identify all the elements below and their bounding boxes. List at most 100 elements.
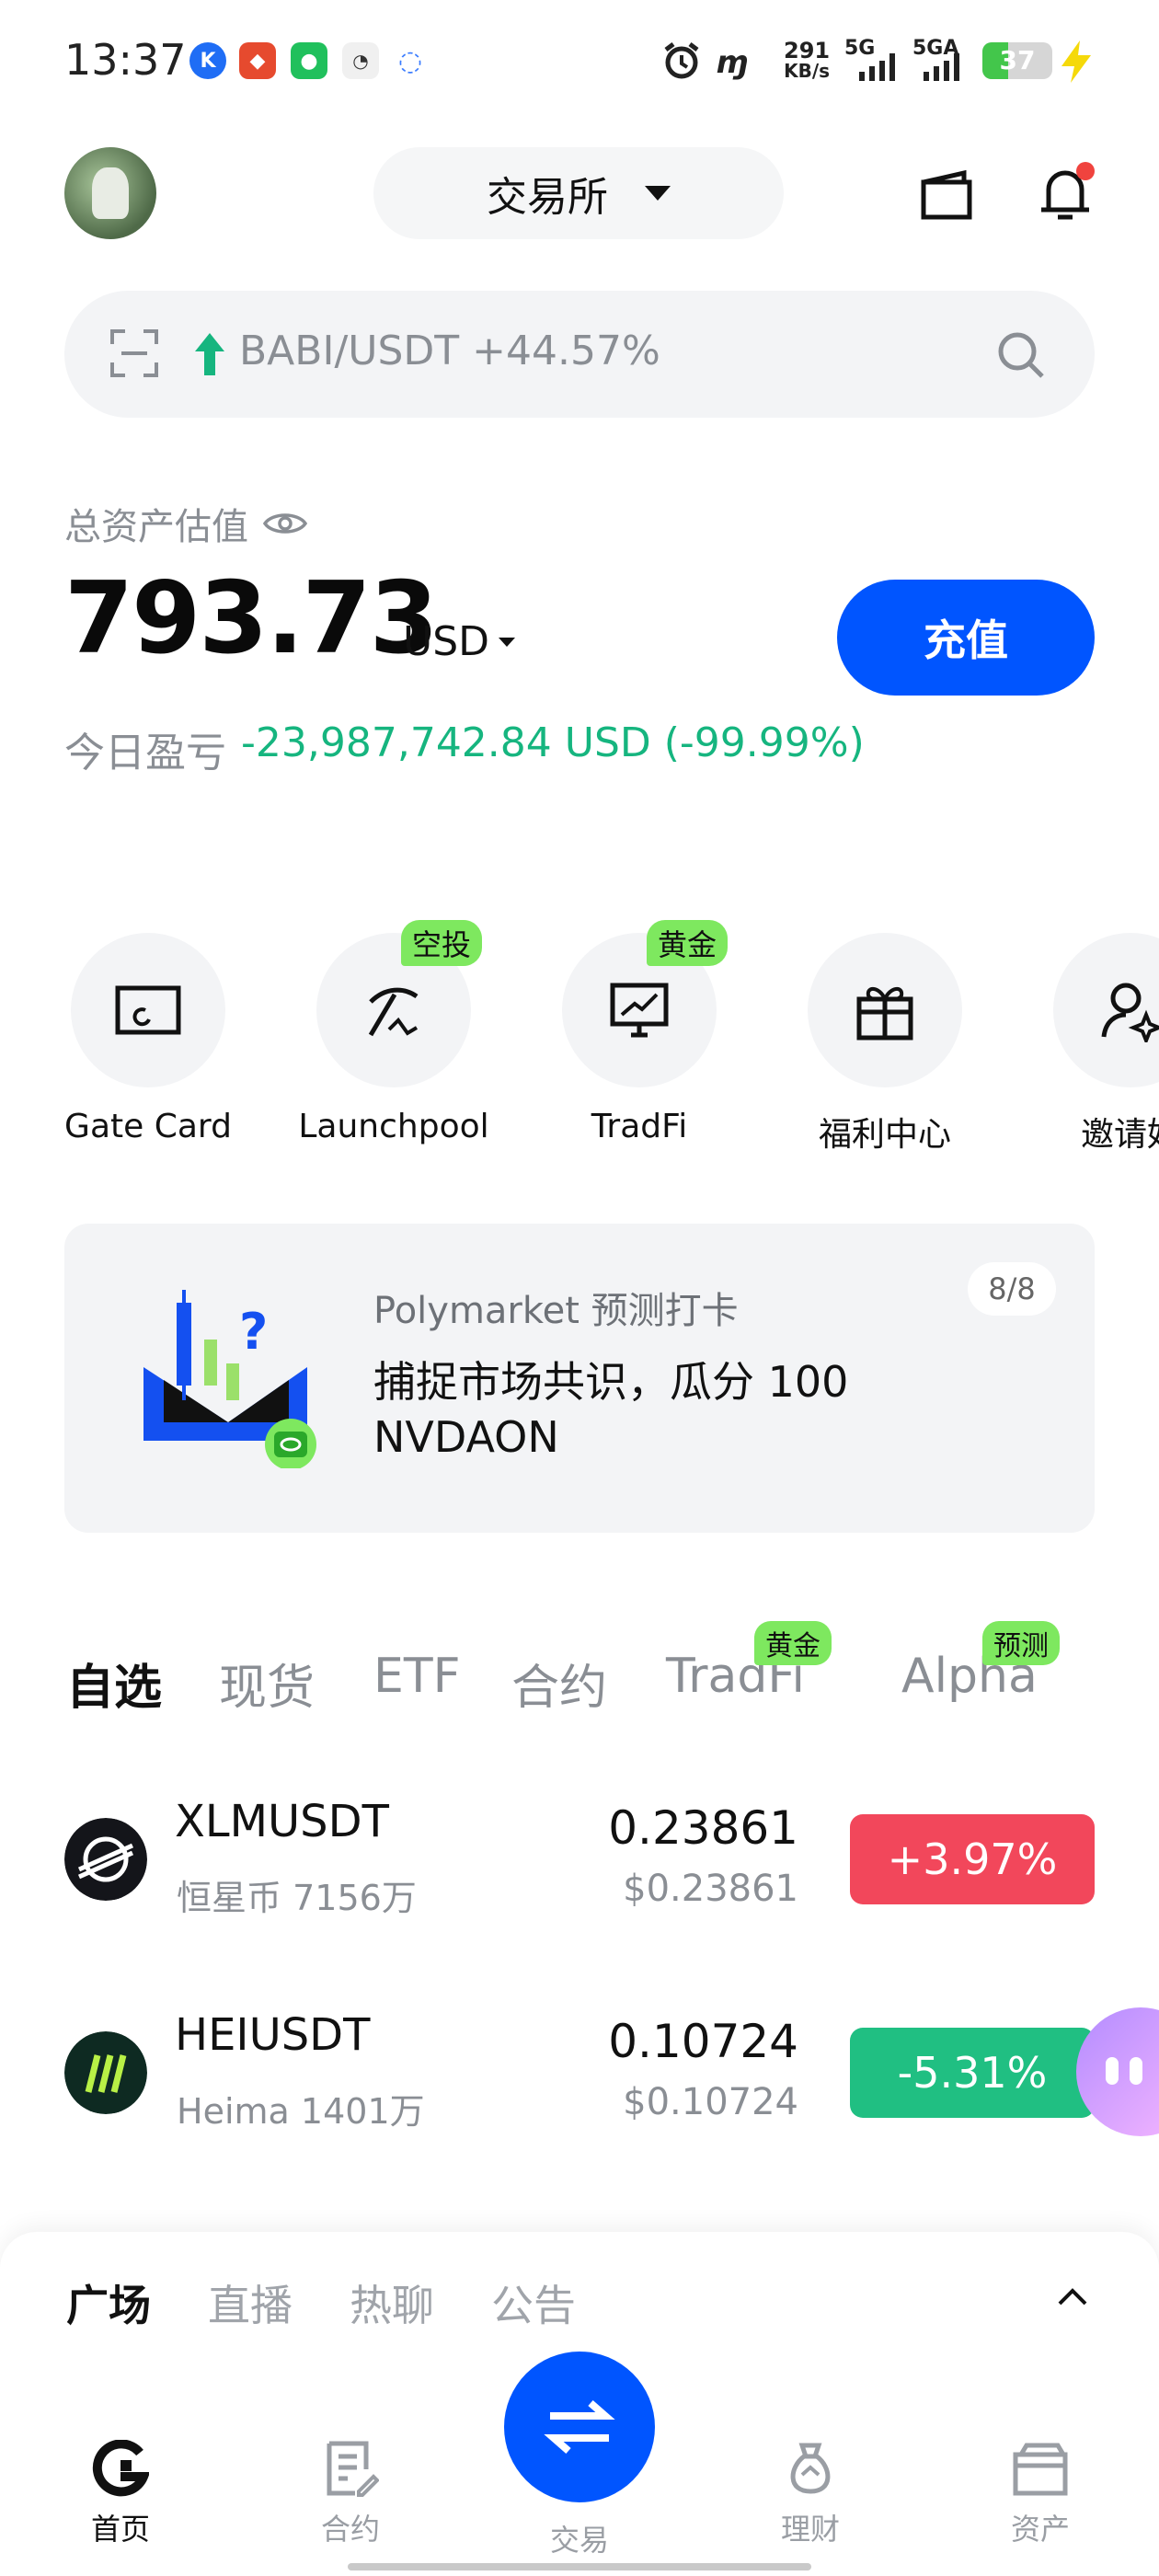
scan-icon[interactable] xyxy=(109,328,160,379)
futures-doc-icon xyxy=(327,2441,379,2497)
feed-tab-hot-chat[interactable]: 热聊 xyxy=(350,2272,434,2333)
total-assets-text: 总资产估值 xyxy=(64,506,248,548)
tab-etf[interactable]: ETF xyxy=(373,1649,461,1704)
stellar-coin-icon xyxy=(64,1818,147,1901)
feed-tab-square[interactable]: 广场 xyxy=(66,2272,151,2333)
tradfi-gold-tag: 黄金 xyxy=(754,1621,832,1665)
clock-app-icon: ◔ xyxy=(342,42,379,79)
signal-bars-2-icon xyxy=(924,53,959,81)
search-input[interactable]: BABI/USDT +44.57% xyxy=(239,328,660,374)
nav-trade-label: 交易 xyxy=(549,2523,609,2558)
wallet-card-icon[interactable] xyxy=(920,169,975,221)
battery-indicator: 37 xyxy=(982,42,1052,79)
quick-action-rewards-center[interactable]: 福利中心 xyxy=(779,933,991,1156)
last-price: 0.10724 xyxy=(608,2015,798,2068)
swap-arrows-icon xyxy=(544,2399,615,2455)
polymarket-prediction-icon: ? xyxy=(143,1290,316,1468)
status-time: 13:37 xyxy=(64,35,187,85)
pair-symbol: XLMUSDT xyxy=(175,1796,389,1847)
svg-text:?: ? xyxy=(239,1303,268,1361)
quick-action-label: 邀请好 xyxy=(1080,1116,1159,1154)
caret-down-icon xyxy=(499,637,516,647)
feed-tab-announcements[interactable]: 公告 xyxy=(491,2272,576,2333)
quick-action-tradfi[interactable]: 黄金 TradFi xyxy=(534,920,745,1145)
currency-selector[interactable]: USD xyxy=(403,618,516,665)
change-badge[interactable]: +3.97% xyxy=(850,1814,1095,1904)
nav-label: 合约 xyxy=(320,2512,380,2547)
net-speed: 291 KB/s xyxy=(784,38,831,82)
last-price: 0.23861 xyxy=(608,1801,798,1855)
charging-bolt-icon xyxy=(1061,40,1091,83)
avatar[interactable] xyxy=(64,147,156,239)
nav-futures[interactable]: 合约 xyxy=(281,2440,419,2548)
alpha-prediction-tag: 预测 xyxy=(982,1621,1060,1665)
chart-monitor-icon xyxy=(610,983,669,1038)
coin-volume: 7156万 xyxy=(293,1878,417,1918)
nav-earn[interactable]: 理财 xyxy=(741,2440,879,2548)
status-bar: 13:37 K ◆ ● ◔ ◌ ɱ 291 KB/s 5G 5GA 37 xyxy=(0,0,1159,129)
gift-icon xyxy=(856,987,913,1041)
exchange-selector[interactable]: 交易所 xyxy=(373,147,784,239)
market-row-heiusdt[interactable]: HEIUSDT Heima 1401万 0.10724 $0.10724 -5.… xyxy=(0,1998,1159,2155)
eye-icon[interactable] xyxy=(263,509,307,538)
coin-name: Heima xyxy=(177,2091,290,2132)
currency-label: USD xyxy=(403,618,490,665)
banner-title: 捕捉市场共识，瓜分 100 NVDAON xyxy=(373,1357,849,1462)
heima-coin-icon xyxy=(64,2031,147,2114)
trade-button[interactable] xyxy=(504,2352,655,2502)
quick-action-gate-card[interactable]: Gate Card xyxy=(42,933,254,1145)
quick-action-label: Launchpool xyxy=(298,1108,489,1145)
quick-action-label: 福利中心 xyxy=(818,1116,951,1154)
coin-name: 恒星币 xyxy=(177,1878,282,1918)
pnl-value: -23,987,742.84 USD (-99.99%) xyxy=(241,719,865,766)
nav-assets[interactable]: 资产 xyxy=(971,2440,1109,2548)
market-row-xlmusdt[interactable]: XLMUSDT 恒星币 7156万 0.23861 $0.23861 +3.97… xyxy=(0,1785,1159,1941)
shopping-app-icon: ◆ xyxy=(239,42,276,79)
notification-bell-icon[interactable] xyxy=(1036,162,1095,223)
gold-tag: 黄金 xyxy=(646,920,728,966)
browser-app-icon: ◌ xyxy=(392,42,429,79)
nfc-icon: ɱ xyxy=(716,44,749,81)
coin-name-volume: 恒星币 7156万 xyxy=(177,1869,417,1920)
quick-action-label: TradFi xyxy=(591,1108,688,1145)
nav-home[interactable]: 首页 xyxy=(52,2440,189,2548)
quick-action-label: Gate Card xyxy=(64,1108,232,1145)
chevron-up-icon[interactable] xyxy=(1056,2280,1089,2313)
home-indicator[interactable] xyxy=(348,2563,811,2570)
invite-user-icon xyxy=(1101,983,1159,1042)
deposit-button[interactable]: 充值 xyxy=(837,580,1095,696)
caret-down-icon xyxy=(645,186,671,201)
usd-price: $0.10724 xyxy=(623,2081,798,2123)
card-icon xyxy=(115,985,181,1035)
pickaxe-icon xyxy=(368,987,419,1037)
search-bar[interactable]: BABI/USDT +44.57% xyxy=(64,291,1095,418)
feed-tab-live[interactable]: 直播 xyxy=(208,2272,293,2333)
tab-watchlist[interactable]: 自选 xyxy=(66,1649,162,1718)
quick-action-launchpool[interactable]: 空投 Launchpool xyxy=(288,920,499,1145)
bubble-eye xyxy=(1130,2057,1142,2085)
signal-bars-icon xyxy=(859,53,895,81)
usd-price: $0.23861 xyxy=(623,1868,798,1910)
promo-banner[interactable]: ? Polymarket 预测打卡 捕捉市场共识，瓜分 100 NVDAON 8… xyxy=(64,1224,1095,1533)
search-icon[interactable] xyxy=(995,329,1047,381)
bubble-eye xyxy=(1106,2057,1119,2085)
total-assets-label: 总资产估值 xyxy=(64,497,307,550)
nav-label: 理财 xyxy=(780,2512,840,2547)
quick-action-invite[interactable]: 邀请好 xyxy=(1025,933,1159,1156)
kuaishou-app-icon: K xyxy=(189,42,226,79)
banner-subtitle: Polymarket 预测打卡 xyxy=(373,1290,739,1332)
money-bag-icon xyxy=(790,2443,831,2494)
change-badge[interactable]: -5.31% xyxy=(850,2028,1095,2118)
home-logo-icon xyxy=(92,2440,149,2497)
tab-spot[interactable]: 现货 xyxy=(219,1649,315,1718)
pair-symbol: HEIUSDT xyxy=(175,2009,371,2061)
tab-futures[interactable]: 合约 xyxy=(511,1649,607,1718)
trend-up-arrow-icon xyxy=(195,333,224,375)
coin-name-volume: Heima 1401万 xyxy=(177,2083,425,2133)
airdrop-tag: 空投 xyxy=(400,920,482,966)
banner-page-counter: 8/8 xyxy=(968,1262,1056,1316)
coin-volume: 1401万 xyxy=(300,2091,425,2132)
nav-label: 资产 xyxy=(1010,2512,1070,2547)
wallet-icon xyxy=(1013,2443,1068,2496)
alarm-icon xyxy=(664,42,699,79)
